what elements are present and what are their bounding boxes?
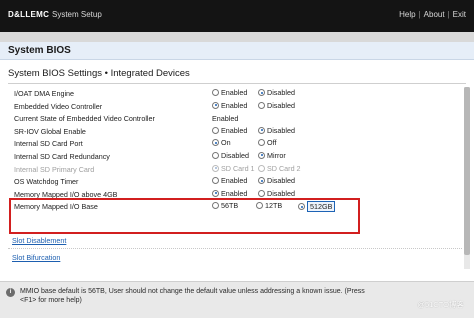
settings-panel: System BIOS Settings • Integrated Device… — [0, 60, 474, 318]
option-label: SD Card 1 — [221, 163, 255, 173]
info-icon: i — [6, 288, 15, 297]
option-label: Off — [267, 138, 277, 148]
nav-separator: | — [447, 10, 450, 19]
option-label: Disabled — [267, 188, 295, 198]
option-label: Enabled — [221, 188, 248, 198]
settings-list: I/OAT DMA Engine Enabled Disabled Embedded … — [0, 87, 462, 213]
option-radio: SD Card 1 — [212, 164, 255, 173]
option-label: On — [221, 138, 231, 148]
radio-button-icon[interactable] — [212, 126, 219, 134]
radio-button-icon[interactable] — [212, 101, 219, 109]
radio-button-icon — [212, 164, 219, 172]
option-radio[interactable]: Disabled — [258, 101, 295, 110]
setting-label: Internal SD Primary Card — [14, 164, 95, 174]
option-radio[interactable]: On — [212, 138, 231, 147]
exit-link[interactable]: Exit — [453, 10, 466, 19]
option-radio[interactable]: Disabled — [258, 189, 295, 198]
header-divider — [0, 32, 474, 42]
radio-button-icon[interactable] — [258, 189, 265, 197]
option-radio[interactable]: Enabled — [212, 101, 247, 110]
dell-emc-logo: D&LLEMC — [8, 10, 50, 19]
highlight-box — [9, 198, 360, 234]
option-radio[interactable]: Disabled — [258, 126, 295, 135]
radio-button-icon[interactable] — [258, 151, 265, 159]
setting-label: Internal SD Card Redundancy — [14, 151, 110, 161]
radio-button-icon[interactable] — [258, 177, 265, 185]
option-label: Disabled — [267, 88, 295, 97]
option-label: SD Card 2 — [267, 163, 301, 173]
radio-button-icon[interactable] — [212, 89, 219, 96]
option-label: Disabled — [267, 176, 295, 186]
setting-row: SR-IOV Global Enable Enabled Disabled — [0, 125, 462, 138]
radio-button-icon[interactable] — [258, 89, 265, 96]
setting-row: Embedded Video Controller Enabled Disabled — [0, 100, 462, 113]
setting-row: I/OAT DMA Engine Enabled Disabled — [0, 87, 462, 100]
setting-row: Internal SD Primary Card SD Card 1 SD Card… — [0, 163, 462, 176]
radio-button-icon[interactable] — [212, 189, 219, 197]
option-label: Enabled — [221, 100, 248, 110]
option-radio[interactable]: Disabled — [258, 88, 295, 97]
app-title: System Setup — [52, 10, 102, 19]
slot-disablement-link[interactable]: Slot Disablement — [12, 236, 66, 245]
setting-label: OS Watchdog Timer — [14, 177, 79, 187]
radio-button-icon[interactable] — [212, 151, 219, 159]
setting-label: I/OAT DMA Engine — [14, 89, 75, 98]
setting-label: Embedded Video Controller — [14, 101, 103, 111]
link-divider — [8, 248, 462, 249]
setting-value: Enabled — [212, 114, 239, 124]
radio-button-icon[interactable] — [212, 177, 219, 185]
section-title: System BIOS Settings • Integrated Device… — [8, 68, 190, 79]
scrollbar-thumb[interactable] — [464, 87, 470, 255]
help-text: MMIO base default is 56TB, User should n… — [20, 288, 365, 304]
scrollbar[interactable] — [464, 87, 470, 269]
about-link[interactable]: About — [424, 10, 445, 19]
nav-separator: | — [418, 10, 421, 19]
slot-bifurcation-link[interactable]: Slot Bifurcation — [12, 253, 60, 262]
page-title-bar: System BIOS — [0, 42, 474, 60]
option-radio[interactable]: Disabled — [212, 151, 249, 160]
setting-row: Internal SD Card Port On Off — [0, 137, 462, 150]
radio-button-icon[interactable] — [212, 139, 219, 147]
setting-row: OS Watchdog Timer Enabled Disabled — [0, 175, 462, 188]
option-radio: SD Card 2 — [258, 164, 301, 173]
option-label: Mirror — [267, 150, 286, 160]
setting-label: Internal SD Card Port — [14, 139, 83, 149]
top-nav: Help | About | Exit — [399, 10, 466, 19]
option-radio[interactable]: Disabled — [258, 176, 295, 185]
section-divider — [8, 83, 466, 84]
option-label: Enabled — [221, 125, 248, 135]
setting-row: Current State of Embedded Video Controll… — [0, 112, 462, 125]
setting-label: SR-IOV Global Enable — [14, 126, 86, 136]
radio-button-icon[interactable] — [258, 101, 265, 109]
option-label: Disabled — [267, 100, 295, 110]
option-radio[interactable]: Enabled — [212, 189, 247, 198]
help-link[interactable]: Help — [399, 10, 415, 19]
radio-button-icon — [258, 164, 265, 172]
page-title: System BIOS — [8, 45, 71, 56]
option-radio[interactable]: Enabled — [212, 126, 247, 135]
option-radio[interactable]: Enabled — [212, 176, 247, 185]
option-label: Enabled — [221, 88, 248, 97]
setting-row: Internal SD Card Redundancy Disabled Mirro… — [0, 150, 462, 163]
help-panel: i MMIO base default is 56TB, User should… — [0, 281, 474, 318]
option-label: Enabled — [221, 176, 248, 186]
option-label: Disabled — [267, 125, 295, 135]
radio-button-icon[interactable] — [258, 139, 265, 147]
watermark: @51CTO博客 — [417, 300, 464, 309]
radio-button-icon[interactable] — [258, 126, 265, 134]
top-bar: D&LLEMC System Setup Help | About | Exit — [0, 0, 474, 32]
option-label: Disabled — [221, 150, 249, 160]
setting-label: Current State of Embedded Video Controll… — [14, 114, 155, 124]
option-radio[interactable]: Enabled — [212, 88, 247, 97]
option-radio[interactable]: Mirror — [258, 151, 286, 160]
option-radio[interactable]: Off — [258, 138, 276, 147]
